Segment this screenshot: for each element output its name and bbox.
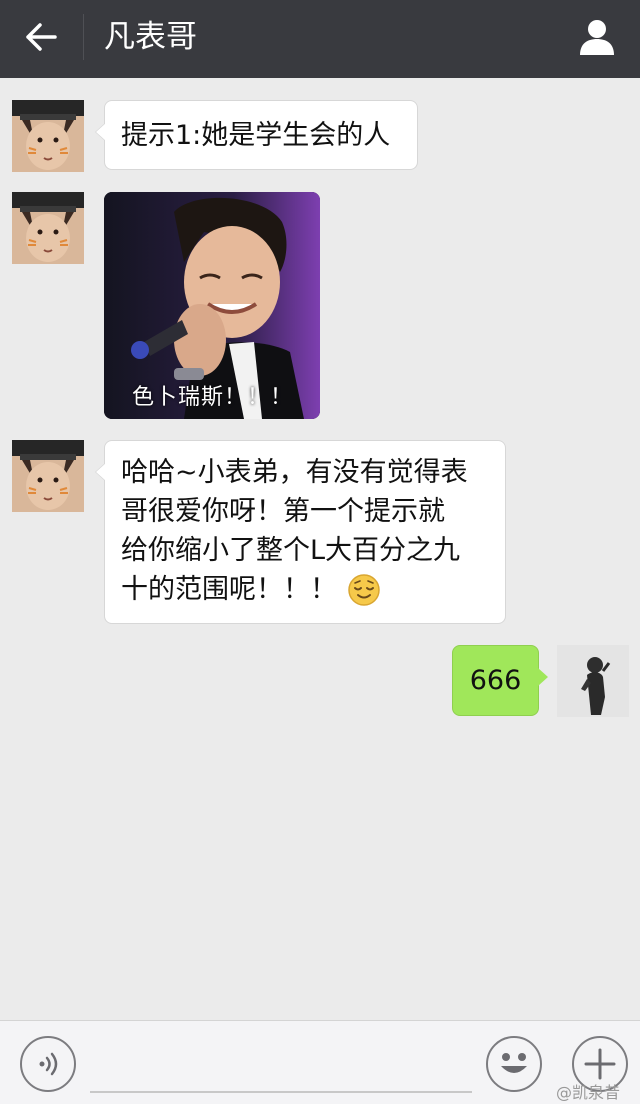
back-button[interactable] bbox=[14, 14, 68, 60]
voice-button[interactable] bbox=[20, 1036, 76, 1092]
message-line: 十的范围呢！！！ bbox=[121, 570, 489, 609]
friend-avatar[interactable] bbox=[12, 192, 84, 264]
message-bubble-1[interactable]: 提示1:她是学生会的人 bbox=[95, 100, 418, 170]
plus-icon bbox=[584, 1048, 616, 1080]
sticker-message[interactable]: 色卜瑞斯！！！ bbox=[104, 192, 320, 419]
arrow-left-icon bbox=[26, 23, 57, 51]
message-input[interactable] bbox=[90, 1091, 472, 1093]
chat-title: 凡表哥 bbox=[104, 19, 197, 55]
message-line-text: 十的范围呢！！！ bbox=[121, 574, 337, 605]
voice-icon bbox=[39, 1052, 58, 1076]
message-text-4: 666 bbox=[469, 665, 522, 696]
message-line: 哥很爱你呀！第一个提示就 bbox=[121, 496, 445, 527]
input-bar: @凯泉昔 bbox=[0, 1020, 640, 1104]
user-profile-icon bbox=[580, 20, 614, 55]
emoji-icon bbox=[501, 1053, 527, 1073]
sticker-caption: 色卜瑞斯！！！ bbox=[132, 385, 294, 410]
my-avatar[interactable] bbox=[557, 645, 629, 717]
message-line: 哈哈~小表弟，有没有觉得表 bbox=[121, 457, 468, 488]
message-bubble-3[interactable]: 哈哈~小表弟，有没有觉得表 哥很爱你呀！第一个提示就 给你缩小了整个L大百分之九… bbox=[95, 440, 506, 624]
header-divider bbox=[83, 14, 84, 60]
message-line: 给你缩小了整个L大百分之九 bbox=[121, 535, 461, 566]
relieved-face-emoji-icon bbox=[348, 573, 380, 606]
top-bar: 凡表哥 bbox=[0, 0, 640, 78]
chat-area[interactable]: 提示1:她是学生会的人 色卜瑞斯！！！ 哈哈~小表弟，有没有觉得表 哥很爱你呀！… bbox=[0, 78, 640, 1020]
message-text-1: 提示1:她是学生会的人 bbox=[121, 120, 391, 151]
watermark: @凯泉昔 bbox=[556, 1083, 621, 1102]
friend-avatar[interactable] bbox=[12, 440, 84, 512]
message-bubble-4[interactable]: 666 bbox=[452, 645, 548, 716]
emoji-button[interactable] bbox=[486, 1036, 542, 1092]
friend-avatar[interactable] bbox=[12, 100, 84, 172]
profile-button[interactable] bbox=[572, 12, 622, 62]
